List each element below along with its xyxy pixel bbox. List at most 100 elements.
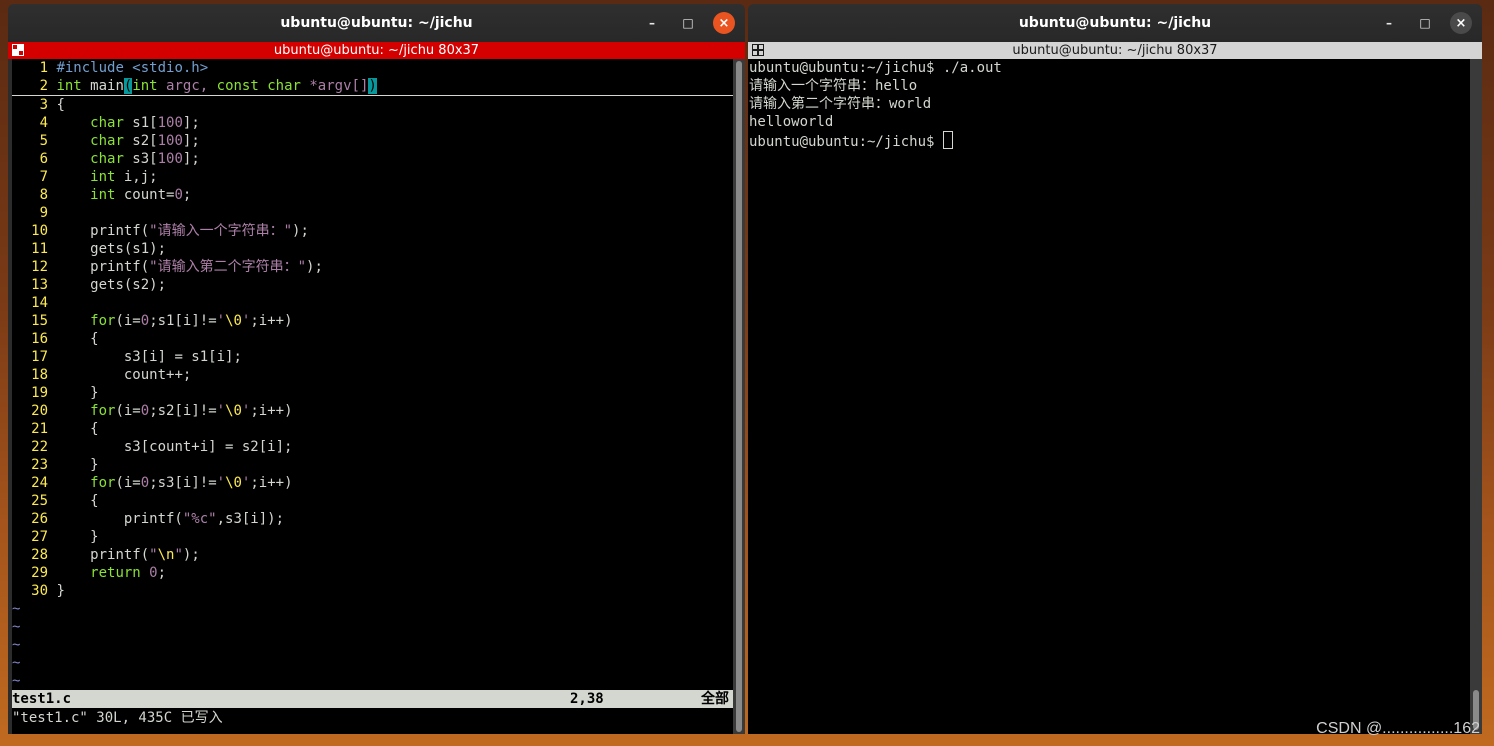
code-text: } [56,457,99,473]
code-token: int [90,169,116,185]
code-token: ;i++) [250,475,293,491]
code-token: int [56,78,82,94]
line-number: 22 [31,439,48,455]
line-number: 8 [39,187,48,203]
status-position: 2,38 [570,691,604,707]
line-number: 18 [31,367,48,383]
xterm-titlebar[interactable]: ubuntu@ubuntu: ~/jichu 80x37 [748,42,1482,59]
code-line[interactable]: 5 char s2[100]; [12,132,733,150]
close-button[interactable]: × [1450,12,1472,34]
empty-line-marker: ~ [12,601,21,617]
code-line[interactable]: 10 printf("请输入一个字符串："); [12,222,733,240]
code-line[interactable]: 26 printf("%c",s3[i]); [12,510,733,528]
code-token: 0 [140,403,150,419]
scrollbar-thumb[interactable] [736,61,742,732]
code-line[interactable]: 3 { [12,96,733,114]
prompt-line[interactable]: ubuntu@ubuntu:~/jichu$ [749,131,1470,150]
xterm-title: ubuntu@ubuntu: ~/jichu 80x37 [1012,43,1218,58]
code-line[interactable]: 11 gets(s1); [12,240,733,258]
code-line[interactable]: 18 count++; [12,366,733,384]
code-token: \n [157,547,175,563]
xterm-menu-icon[interactable] [752,44,764,56]
code-token: ]; [182,115,200,131]
code-text: { [56,331,99,347]
window-title: ubuntu@ubuntu: ~/jichu [1018,15,1212,31]
code-token: \0 [225,313,242,329]
code-token: 100 [157,133,183,149]
code-token: printf( [90,223,150,239]
code-token: ]; [182,133,200,149]
code-token: " [149,547,158,563]
code-line[interactable]: 4 char s1[100]; [12,114,733,132]
code-token: ; [157,565,167,581]
code-line[interactable]: 2 int main(int argc, const char *argv[]) [12,77,733,96]
code-line[interactable]: 1 #include <stdio.h> [12,59,733,77]
window-titlebar[interactable]: ubuntu@ubuntu: ~/jichu – □ × [8,4,745,42]
xterm-titlebar[interactable]: ubuntu@ubuntu: ~/jichu 80x37 [8,42,745,59]
code-token: int [132,78,158,94]
code-line[interactable]: 15 for(i=0;s1[i]!='\0';i++) [12,312,733,330]
code-line[interactable]: 14 [12,294,733,312]
scrollbar[interactable] [733,59,745,734]
code-line[interactable]: 23 } [12,456,733,474]
code-token: (i= [115,475,141,491]
code-text: } [56,385,99,401]
line-number: 12 [31,259,48,275]
output-line: 请输入第二个字符串：world [749,96,932,112]
code-token: for [90,403,116,419]
code-line[interactable]: 25 { [12,492,733,510]
output-terminal-window[interactable]: ubuntu@ubuntu: ~/jichu – □ × ubuntu@ubun… [748,4,1482,734]
vim-terminal-window[interactable]: ubuntu@ubuntu: ~/jichu – □ × ubuntu@ubun… [8,4,745,734]
code-token: ' [216,313,226,329]
window-titlebar[interactable]: ubuntu@ubuntu: ~/jichu – □ × [748,4,1482,42]
code-line[interactable]: 8 int count=0; [12,186,733,204]
code-line[interactable]: 13 gets(s2); [12,276,733,294]
code-line[interactable]: 27 } [12,528,733,546]
code-line[interactable]: 29 return 0; [12,564,733,582]
prompt: ubuntu@ubuntu:~/jichu$ [749,134,943,150]
code-line[interactable]: 30 } [12,582,733,600]
maximize-button[interactable]: □ [677,12,699,34]
code-token: ); [292,223,309,239]
vim-editor[interactable]: 1 #include <stdio.h> 2 int main(int argc,… [12,59,733,734]
scrollbar[interactable] [1470,59,1482,734]
code-text: { [56,493,99,509]
minimize-button[interactable]: – [641,12,663,34]
code-token: printf( [90,547,150,563]
code-text: } [56,529,99,545]
code-text: s3[count+i] = s2[i]; [56,439,293,455]
code-token: printf( [123,511,183,527]
code-line[interactable]: 9 [12,204,733,222]
line-number: 15 [31,313,48,329]
code-token: char [90,133,124,149]
code-line[interactable]: 6 char s3[100]; [12,150,733,168]
code-line[interactable]: 20 for(i=0;s2[i]!='\0';i++) [12,402,733,420]
code-line[interactable]: 17 s3[i] = s1[i]; [12,348,733,366]
line-number: 26 [31,511,48,527]
code-line[interactable]: 21 { [12,420,733,438]
code-line[interactable]: 22 s3[count+i] = s2[i]; [12,438,733,456]
terminal-output[interactable]: ubuntu@ubuntu:~/jichu$ ./a.out 请输入一个字符串：… [748,59,1470,734]
code-line[interactable]: 7 int i,j; [12,168,733,186]
line-number: 29 [31,565,48,581]
close-button[interactable]: × [713,12,735,34]
code-line[interactable]: 19 } [12,384,733,402]
code-area[interactable]: 1 #include <stdio.h> 2 int main(int argc,… [12,59,733,690]
code-token: i,j; [115,169,158,185]
line-number: 7 [39,169,48,185]
code-text: gets(s2); [56,277,167,293]
code-token: (i= [115,313,141,329]
code-line[interactable]: 16 { [12,330,733,348]
maximize-button[interactable]: □ [1414,12,1436,34]
code-token: printf( [90,259,150,275]
line-number: 14 [31,295,48,311]
line-number: 24 [31,475,48,491]
line-number: 13 [31,277,48,293]
code-line[interactable]: 12 printf("请输入第二个字符串："); [12,258,733,276]
line-number: 4 [39,115,48,131]
code-line[interactable]: 24 for(i=0;s3[i]!='\0';i++) [12,474,733,492]
xterm-menu-icon[interactable] [12,44,24,56]
status-scroll: 全部 [701,691,729,707]
code-line[interactable]: 28 printf("\n"); [12,546,733,564]
minimize-button[interactable]: – [1378,12,1400,34]
